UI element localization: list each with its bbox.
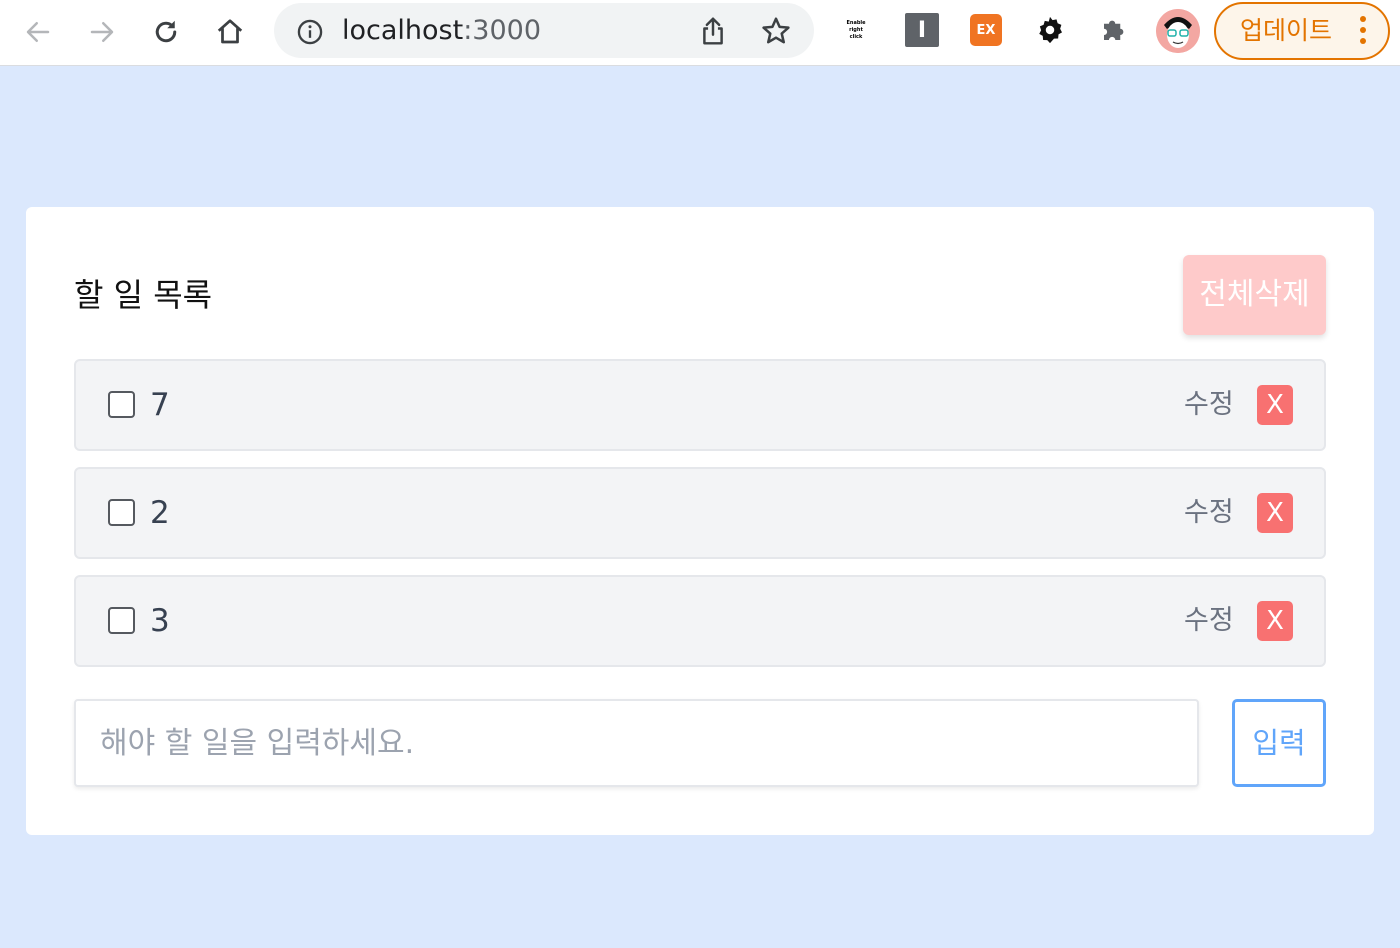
forward-button[interactable] <box>80 10 124 54</box>
todo-text: 7 <box>150 387 170 423</box>
edit-button[interactable]: 수정 <box>1184 604 1234 638</box>
delete-item-button[interactable]: X <box>1257 601 1293 641</box>
ex-extension[interactable]: EX <box>968 12 1004 48</box>
i-extension-icon: I <box>905 13 939 47</box>
todo-text: 2 <box>150 495 170 531</box>
todo-item: 7 수정 X <box>74 359 1326 451</box>
url-port: :3000 <box>463 15 542 46</box>
back-button[interactable] <box>16 10 60 54</box>
home-button[interactable] <box>208 10 252 54</box>
gear-icon <box>1039 16 1062 44</box>
url-host: localhost <box>342 15 464 46</box>
todo-input[interactable] <box>74 699 1199 787</box>
share-icon[interactable] <box>698 15 728 47</box>
delete-item-button[interactable]: X <box>1257 385 1293 425</box>
kebab-menu-icon <box>1360 16 1366 46</box>
submit-button[interactable]: 입력 <box>1232 699 1326 787</box>
ext-rc-line1: Enable <box>846 19 866 26</box>
todo-item: 2 수정 X <box>74 467 1326 559</box>
forward-arrow-icon <box>90 22 114 42</box>
ext-rc-line2: right <box>849 26 863 33</box>
delete-all-button[interactable]: 전체삭제 <box>1183 255 1326 335</box>
puzzle-icon <box>1104 20 1124 40</box>
update-button[interactable]: 업데이트 <box>1214 2 1390 60</box>
info-icon[interactable] <box>296 18 324 46</box>
todo-checkbox[interactable] <box>108 391 135 418</box>
reload-button[interactable] <box>144 10 188 54</box>
i-extension[interactable]: I <box>904 12 940 48</box>
edit-button[interactable]: 수정 <box>1184 388 1234 422</box>
ex-extension-icon: EX <box>970 14 1002 46</box>
ext-rc-line3: click <box>849 33 863 40</box>
extensions-menu-button[interactable] <box>1096 12 1132 48</box>
todo-item: 3 수정 X <box>74 575 1326 667</box>
edit-button[interactable]: 수정 <box>1184 496 1234 530</box>
url-text: localhost:3000 <box>342 16 541 46</box>
todo-text: 3 <box>150 603 170 639</box>
todo-list-title: 할 일 목록 <box>74 276 213 314</box>
enable-right-click-icon: Enable right click <box>846 20 865 41</box>
browser-toolbar: localhost:3000 Enable right click I EX 업… <box>0 0 1400 66</box>
back-arrow-icon <box>26 22 50 42</box>
todo-card: 할 일 목록 전체삭제 7 수정 X 2 수정 X 3 수정 X 입력 <box>26 207 1374 835</box>
todo-checkbox[interactable] <box>108 499 135 526</box>
settings-extension[interactable] <box>1032 12 1068 48</box>
avatar-icon <box>1156 9 1200 53</box>
address-bar[interactable]: localhost:3000 <box>274 3 814 58</box>
home-icon <box>217 19 243 44</box>
update-label: 업데이트 <box>1240 16 1333 45</box>
delete-item-button[interactable]: X <box>1257 493 1293 533</box>
profile-avatar[interactable] <box>1156 9 1200 53</box>
todo-checkbox[interactable] <box>108 607 135 634</box>
enable-right-click-extension[interactable]: Enable right click <box>838 12 874 48</box>
star-icon[interactable] <box>760 15 792 47</box>
reload-icon <box>155 20 177 43</box>
